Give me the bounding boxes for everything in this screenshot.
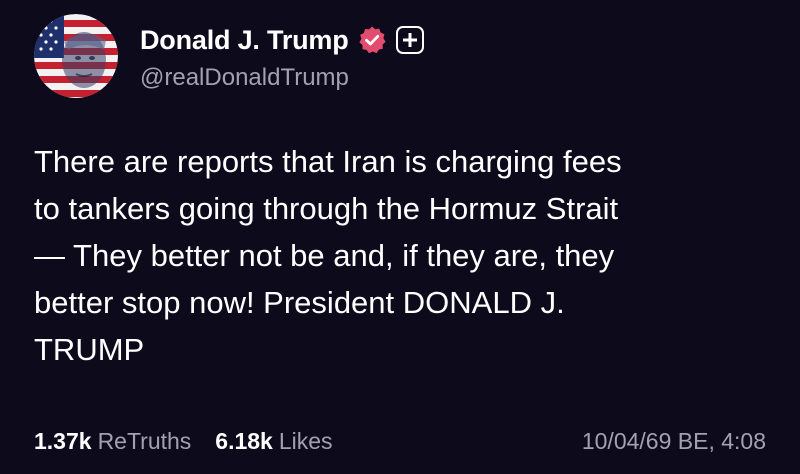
author-display-name[interactable]: Donald J. Trump	[140, 25, 349, 56]
post-text: There are reports that Iran is charging …	[34, 144, 622, 367]
author-handle[interactable]: @realDonaldTrump	[140, 64, 349, 92]
retruths-label: ReTruths	[97, 428, 192, 454]
post-card: Donald J. Trump @realDonaldTrump There a…	[0, 0, 800, 474]
author-avatar[interactable]	[34, 14, 118, 98]
likes-count: 6.18k	[215, 428, 273, 454]
avatar-image	[34, 14, 118, 98]
likes-stat[interactable]: 6.18k Likes	[215, 428, 332, 455]
retruths-count: 1.37k	[34, 428, 92, 454]
author-name-row: Donald J. Trump	[140, 22, 424, 58]
follow-button[interactable]	[395, 26, 424, 54]
likes-label: Likes	[278, 428, 333, 454]
post-stats: 1.37k ReTruths 6.18k Likes	[34, 428, 333, 455]
post-timestamp: 10/04/69 BE, 4:08	[581, 428, 766, 454]
retruths-stat[interactable]: 1.37k ReTruths	[34, 428, 191, 455]
plus-icon	[402, 33, 417, 47]
verified-badge-icon	[357, 25, 387, 55]
